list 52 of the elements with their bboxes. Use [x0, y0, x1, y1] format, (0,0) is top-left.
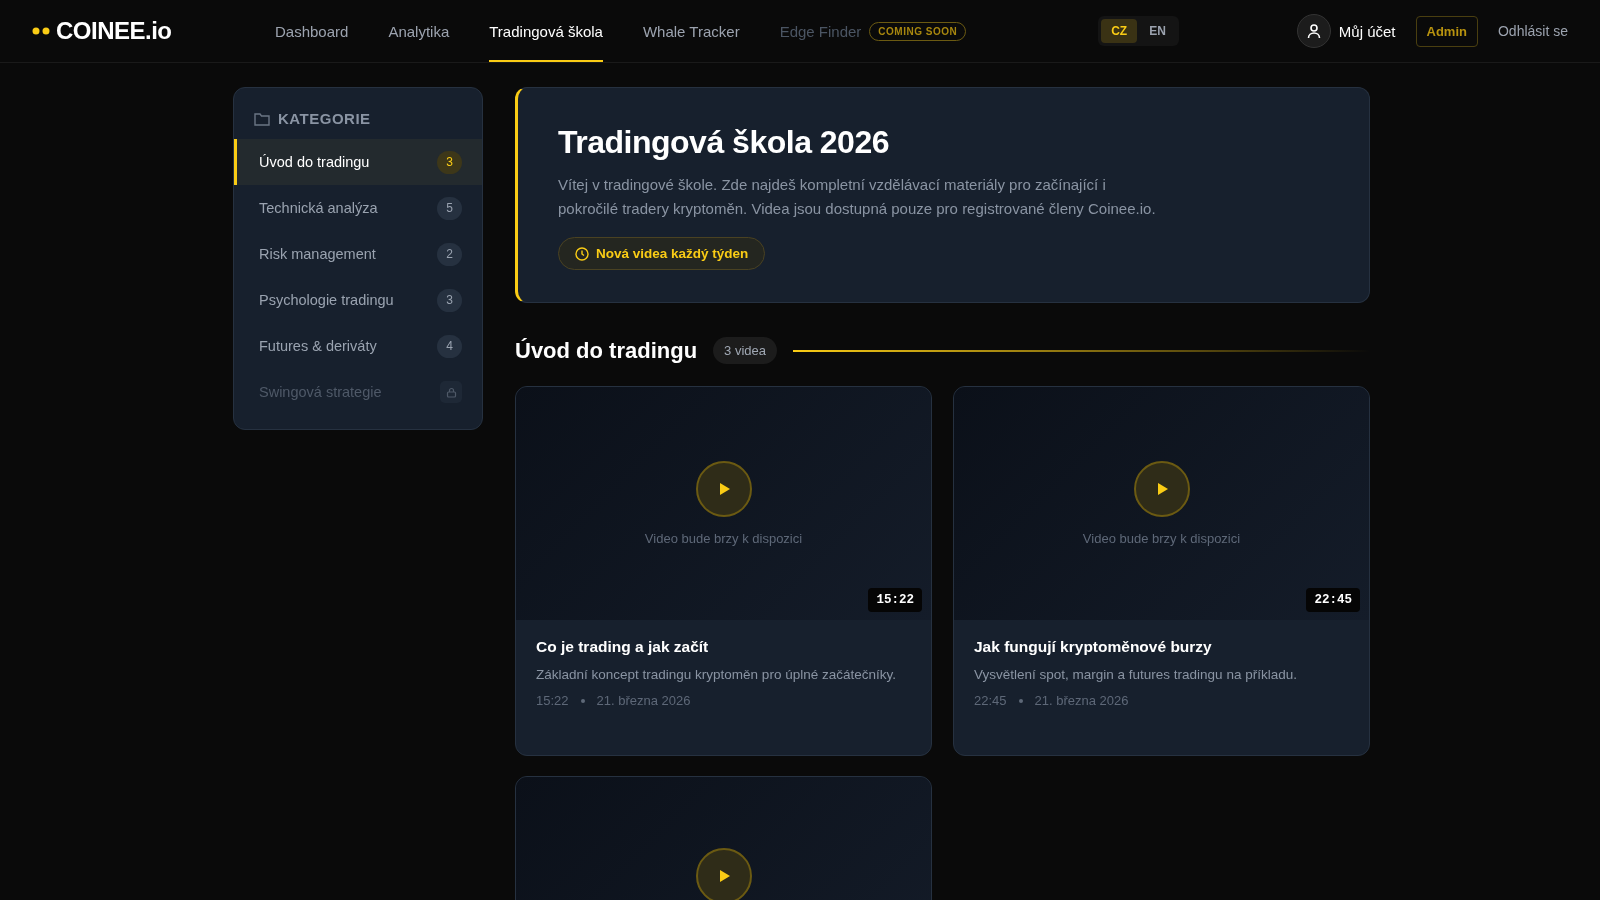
- video-date: 21. března 2026: [596, 693, 691, 708]
- video-card[interactable]: Video bude brzy k dispozici 15:22 Co je trading a jak začít Základní koncept tradingu kryptoměn pro úplné začátečníky. 15:22 21. března 2026: [515, 386, 932, 756]
- video-card[interactable]: Video bude brzy k dispozici 22:45 Jak fungují kryptoměnové burzy Vysvětlení spot, margin a futures tradingu na příkladu. 22:45 21. března 2026: [953, 386, 1370, 756]
- video-duration: 15:22: [536, 693, 569, 708]
- category-label: Technická analýza: [259, 200, 378, 216]
- language-button[interactable]: CZ: [1101, 19, 1138, 43]
- play-button[interactable]: [695, 848, 752, 900]
- count-badge: 5: [437, 196, 462, 220]
- admin-button[interactable]: Admin: [1415, 15, 1478, 47]
- video-title: Co je trading a jak začít: [536, 638, 710, 656]
- category-label: Úvod do tradingu: [259, 154, 370, 170]
- category-item[interactable]: Psychologie tradingu 3: [234, 277, 482, 323]
- folder-icon: [254, 111, 270, 126]
- category-label: Psychologie tradingu: [259, 292, 394, 308]
- category-item[interactable]: Risk management 2: [234, 231, 482, 277]
- panel-title: KATEGORIE: [278, 110, 371, 127]
- nav-link[interactable]: Dashboard: [275, 0, 349, 62]
- nav-link[interactable]: Analytika: [388, 0, 450, 62]
- category-item[interactable]: Technická analýza 5: [234, 185, 482, 231]
- logo-dots-icon: [32, 27, 50, 35]
- video-title: Jak fungují kryptoměnové burzy: [974, 638, 1213, 656]
- count-badge: 2: [437, 242, 462, 266]
- logout-link[interactable]: Odhlásit se: [1497, 23, 1568, 39]
- count-badge: 4: [437, 334, 462, 358]
- category-label: Swingová strategie: [259, 384, 382, 400]
- category-item[interactable]: Úvod do tradingu 3: [234, 139, 482, 185]
- category-label: Futures & deriváty: [259, 338, 377, 354]
- intro-text: Vítej v tradingové škole. Zde najdeš kompletní vzdělávací materiály pro začínající i pokročilé tradery kryptoměn. Videa jsou dostupná pouze pro registrované členy Coinee.io.: [558, 175, 1157, 219]
- section-title: Úvod do tradingu: [515, 337, 698, 364]
- account-link[interactable]: Můj účet: [1338, 22, 1396, 40]
- video-duration: 22:45: [974, 693, 1007, 708]
- nav-link[interactable]: Tradingová škola: [489, 0, 603, 62]
- clock-icon: [575, 246, 589, 261]
- video-description: Vysvětlení spot, margin a futures tradingu na příkladu.: [974, 666, 1298, 684]
- duration-badge: 15:22: [868, 588, 922, 612]
- category-item[interactable]: Futures & deriváty 4: [234, 323, 482, 369]
- video-date: 21. března 2026: [1034, 693, 1129, 708]
- category-label: Risk management: [259, 246, 376, 262]
- video-description: Základní koncept tradingu kryptoměn pro úplné začátečníky.: [536, 666, 897, 684]
- count-badge: 3: [437, 288, 462, 312]
- language-button[interactable]: EN: [1139, 19, 1176, 43]
- duration-badge: 22:45: [1306, 588, 1360, 612]
- placeholder-text: Video bude brzy k dispozici: [644, 531, 803, 546]
- count-badge: 3: [437, 150, 462, 174]
- page-title: Tradingová škola 2026: [558, 124, 890, 161]
- badge-text: Nová videa každý týden: [596, 246, 749, 261]
- lock-icon: [440, 381, 462, 403]
- user-avatar-icon[interactable]: [1296, 14, 1331, 48]
- nav-link[interactable]: Whale Tracker: [642, 0, 740, 62]
- video-count-badge: 3 videa: [713, 337, 777, 364]
- placeholder-text: Video bude brzy k dispozici: [1082, 531, 1241, 546]
- logo[interactable]: COINEE.io: [56, 17, 172, 45]
